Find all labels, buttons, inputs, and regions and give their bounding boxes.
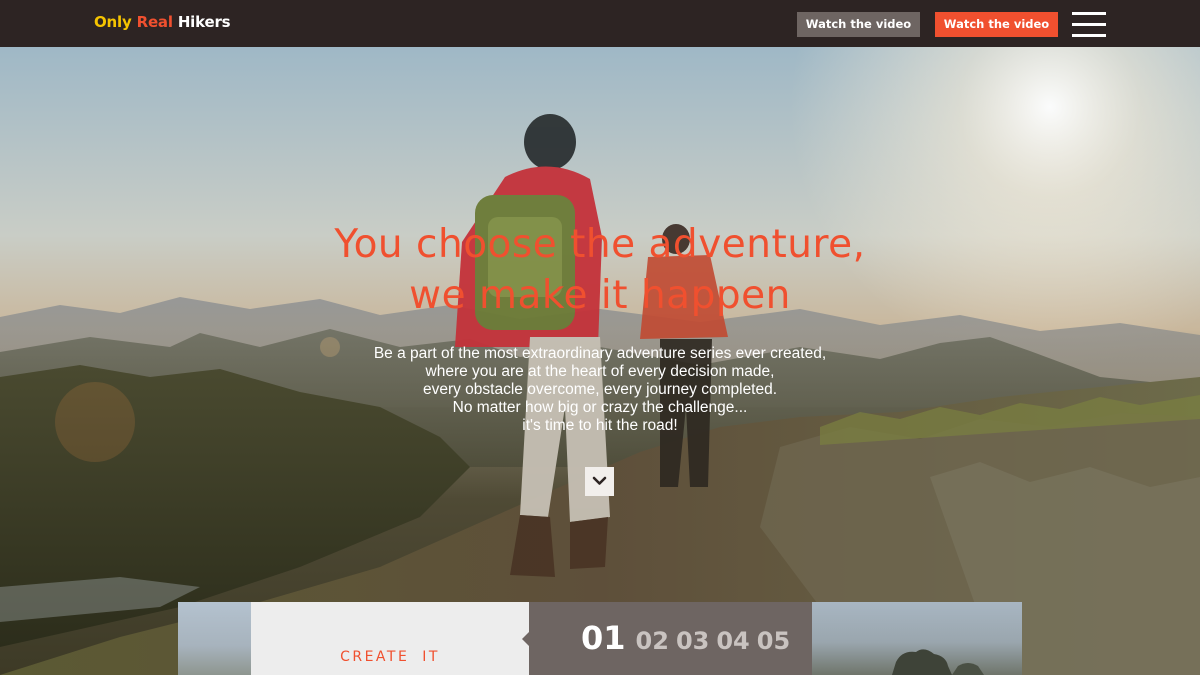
description-line: No matter how big or crazy the challenge… [452,399,748,416]
panel-pointer [522,632,529,646]
hero-description: Be a part of the most extraordinary adve… [0,345,1200,435]
hero-section: You choose the adventure, we make it hap… [0,47,1200,675]
menu-line [1072,34,1106,37]
page-number[interactable]: 05 [757,627,790,655]
page-number[interactable]: 04 [716,627,749,655]
pagination-panel: 01 02 03 04 05 [522,602,812,675]
menu-line [1072,23,1106,26]
page-number[interactable]: 03 [676,627,709,655]
watch-video-button-primary[interactable]: Watch the video [935,12,1058,37]
scroll-down-button[interactable] [585,467,614,496]
headline-line-2: we make it happen [409,273,791,318]
page-number-active[interactable]: 01 [581,619,626,657]
create-it-card[interactable]: CREATE IT [251,602,529,675]
tree-silhouette-image [892,649,984,675]
create-it-label: CREATE IT [340,649,440,665]
menu-line [1072,12,1106,15]
site-logo[interactable]: Only Real Hikers [94,13,231,31]
watch-video-button-secondary[interactable]: Watch the video [797,12,920,37]
description-line: where you are at the heart of every deci… [425,363,775,380]
hero-headline: You choose the adventure, we make it hap… [0,219,1200,321]
hamburger-menu-icon[interactable] [1072,12,1106,37]
description-line: it's time to hit the road! [522,417,678,434]
strip-thumbnail-left[interactable] [178,602,251,675]
page-number[interactable]: 02 [636,627,669,655]
pagination: 01 02 03 04 05 [581,619,797,657]
chevron-down-icon [592,476,607,485]
feature-strip: CREATE IT 01 02 03 04 05 [178,602,1022,675]
description-line: every obstacle overcome, every journey c… [422,381,778,398]
headline-line-1: You choose the adventure, [334,222,866,267]
top-navigation-bar: Only Real Hikers Watch the video Watch t… [0,0,1200,47]
logo-word-real: Real [136,13,173,31]
logo-word-hikers: Hikers [177,13,231,31]
description-line: Be a part of the most extraordinary adve… [373,345,827,362]
strip-thumbnail-right[interactable] [812,602,1022,675]
logo-word-only: Only [94,13,132,31]
